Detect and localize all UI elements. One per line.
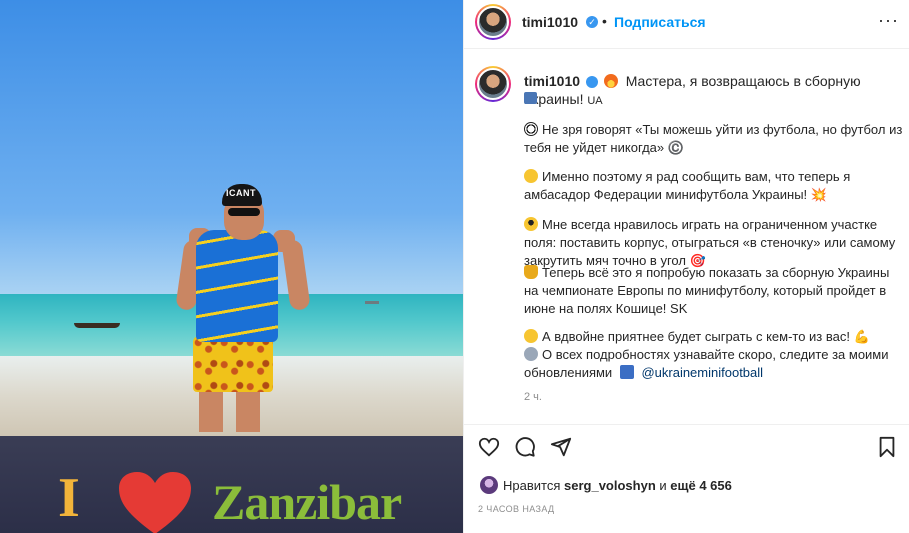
boat (74, 323, 120, 328)
banner-word: Zanzibar (212, 474, 402, 530)
caption-paragraph-4: Теперь всё это я попробую показать за сб… (524, 265, 890, 316)
heart-icon (119, 472, 191, 533)
caption-paragraph-2: Именно поэтому я рад сообщить вам, что т… (524, 169, 851, 202)
soccer-ball-icon (524, 122, 538, 136)
post-timestamp: 2 ЧАСОВ НАЗАД (478, 504, 555, 514)
caption-paragraph-5: А вдвойне приятнее будет сыграть с кем-т… (524, 328, 904, 346)
fire-icon (603, 74, 618, 88)
rocket-icon (524, 347, 538, 361)
sunglasses-face-icon (524, 217, 538, 231)
verified-icon (585, 76, 598, 88)
post-side-panel: timi1010 ✓ • Подписаться ··· timi1010 Ма… (463, 0, 909, 533)
post-header: timi1010 ✓ • Подписаться ··· (464, 0, 909, 49)
likes-prefix: Нравится (503, 478, 561, 493)
likes-and: и (659, 478, 667, 493)
comment-icon[interactable] (514, 436, 536, 458)
liker-username[interactable]: serg_voloshyn (564, 478, 656, 493)
flag-ua: UA (587, 95, 603, 107)
back-arrow-icon (524, 92, 537, 104)
header-username[interactable]: timi1010 (522, 14, 578, 30)
cap-text: ICANT (226, 188, 256, 198)
person-jersey (196, 230, 278, 342)
likes-summary[interactable]: Нравится serg_voloshyn и ещё 4 656 (503, 478, 732, 493)
verified-icon: ✓ (586, 16, 598, 28)
post-photo[interactable]: ICANT I Zanzibar (0, 0, 463, 533)
like-heart-icon[interactable] (478, 436, 500, 458)
liker-avatar[interactable] (480, 476, 498, 494)
avatar[interactable] (475, 4, 511, 40)
caption-avatar[interactable] (475, 66, 511, 102)
person-sunglasses (228, 208, 260, 216)
more-options-icon[interactable]: ··· (878, 10, 899, 31)
bookmark-icon[interactable] (876, 436, 898, 458)
caption-paragraph-1: Не зря говорят «Ты можешь уйти из футбол… (524, 122, 903, 155)
share-icon[interactable] (550, 436, 572, 458)
caption-username[interactable]: timi1010 (524, 73, 580, 89)
caption-headline: timi1010 Мастера, я возвращаюсь в сборну… (524, 72, 904, 110)
cheering-face-icon (524, 169, 538, 183)
follow-button[interactable]: Подписаться (614, 14, 706, 30)
banner-letter-i: I (58, 467, 80, 529)
caption-time: 2 ч. (524, 391, 542, 403)
person-shorts (193, 336, 273, 392)
mention-link[interactable]: @ukraineminifootball (641, 365, 763, 380)
caption-paragraph-6: О всех подробностях узнавайте скоро, сле… (524, 347, 889, 380)
trophy-icon (524, 265, 538, 279)
caption-paragraph-3: Мне всегда нравилось играть на ограничен… (524, 217, 896, 268)
distant-boat (365, 301, 379, 304)
smile-face-icon (524, 329, 538, 343)
separator-dot: • (602, 13, 607, 29)
top-badge-icon (619, 365, 634, 379)
likes-count[interactable]: ещё 4 656 (670, 478, 732, 493)
